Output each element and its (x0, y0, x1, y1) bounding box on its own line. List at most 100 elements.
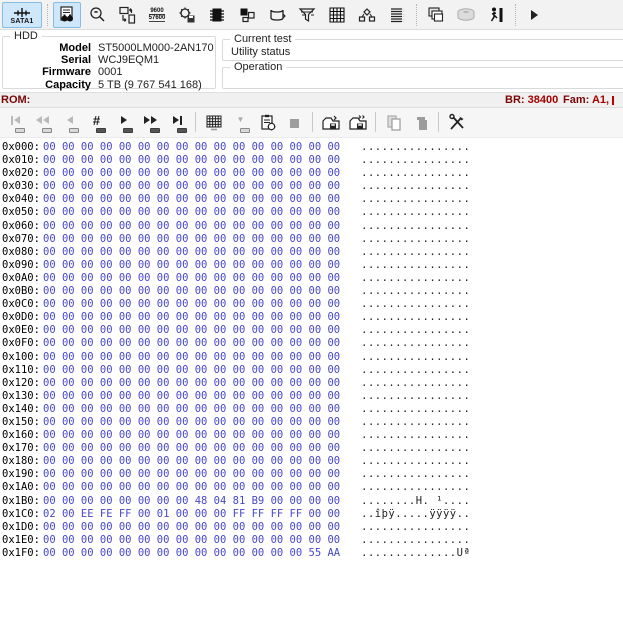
hex-ascii[interactable]: ................ (361, 285, 470, 297)
play-button[interactable] (110, 110, 137, 136)
view-lamp-button[interactable] (83, 2, 111, 28)
hex-ascii[interactable]: ................ (361, 180, 470, 192)
hex-ascii[interactable]: ................ (361, 246, 470, 258)
hex-bytes[interactable]: 00 00 00 00 00 00 00 00 00 00 00 00 00 0… (43, 298, 340, 310)
hex-bytes[interactable]: 00 00 00 00 00 00 00 00 00 00 00 00 00 0… (43, 259, 340, 271)
hex-ascii[interactable]: ................ (361, 259, 470, 271)
hex-ascii[interactable]: ................ (361, 377, 470, 389)
more-chevron-icon[interactable] (531, 10, 543, 20)
log-list-button[interactable] (383, 2, 411, 28)
script-button[interactable] (254, 110, 281, 136)
hex-row[interactable]: 0x140:00 00 00 00 00 00 00 00 00 00 00 0… (2, 403, 623, 416)
hex-bytes[interactable]: 00 00 00 00 00 00 00 00 00 00 00 00 00 0… (43, 246, 340, 258)
last-record-button[interactable] (164, 110, 191, 136)
hex-bytes[interactable]: 00 00 00 00 00 00 00 00 00 00 00 00 00 0… (43, 481, 340, 493)
hex-row[interactable]: 0x090:00 00 00 00 00 00 00 00 00 00 00 0… (2, 259, 623, 272)
hex-row[interactable]: 0x120:00 00 00 00 00 00 00 00 00 00 00 0… (2, 377, 623, 390)
sector-view-button[interactable] (200, 110, 227, 136)
hex-bytes[interactable]: 02 00 EE FE FF 00 01 00 00 00 FF FF FF F… (43, 508, 340, 520)
hex-row[interactable]: 0x0F0:00 00 00 00 00 00 00 00 00 00 00 0… (2, 337, 623, 350)
hex-bytes[interactable]: 00 00 00 00 00 00 00 00 00 00 00 00 00 0… (43, 521, 340, 533)
disk-database-button[interactable] (452, 2, 480, 28)
hex-ascii[interactable]: ................ (361, 521, 470, 533)
hex-ascii[interactable]: ................ (361, 311, 470, 323)
hex-bytes[interactable]: 00 00 00 00 00 00 00 00 00 00 00 00 00 0… (43, 141, 340, 153)
hex-bytes[interactable]: 00 00 00 00 00 00 00 00 48 04 81 B9 00 0… (43, 495, 340, 507)
hex-row[interactable]: 0x060:00 00 00 00 00 00 00 00 00 00 00 0… (2, 220, 623, 233)
hex-row[interactable]: 0x160:00 00 00 00 00 00 00 00 00 00 00 0… (2, 429, 623, 442)
save-rom-button[interactable] (317, 110, 344, 136)
hex-row[interactable]: 0x190:00 00 00 00 00 00 00 00 00 00 00 0… (2, 468, 623, 481)
hex-row[interactable]: 0x070:00 00 00 00 00 00 00 00 00 00 00 0… (2, 233, 623, 246)
hex-ascii[interactable]: ................ (361, 272, 470, 284)
hex-row[interactable]: 0x040:00 00 00 00 00 00 00 00 00 00 00 0… (2, 193, 623, 206)
hex-ascii[interactable]: ................ (361, 233, 470, 245)
hex-ascii[interactable]: ................ (361, 351, 470, 363)
hex-bytes[interactable]: 00 00 00 00 00 00 00 00 00 00 00 00 00 0… (43, 534, 340, 546)
hex-row[interactable]: 0x100:00 00 00 00 00 00 00 00 00 00 00 0… (2, 351, 623, 364)
windows-button[interactable] (422, 2, 450, 28)
hex-bytes[interactable]: 00 00 00 00 00 00 00 00 00 00 00 00 00 0… (43, 233, 340, 245)
hex-ascii[interactable]: ................ (361, 154, 470, 166)
hex-ascii[interactable]: ................ (361, 141, 470, 153)
hex-row[interactable]: 0x1C0:02 00 EE FE FF 00 01 00 00 00 FF F… (2, 508, 623, 521)
hex-ascii[interactable]: ................ (361, 403, 470, 415)
fast-forward-button[interactable] (137, 110, 164, 136)
hex-bytes[interactable]: 00 00 00 00 00 00 00 00 00 00 00 00 00 0… (43, 351, 340, 363)
hex-ascii[interactable]: ................ (361, 481, 470, 493)
hex-bytes[interactable]: 00 00 00 00 00 00 00 00 00 00 00 00 00 0… (43, 285, 340, 297)
hex-row[interactable]: 0x130:00 00 00 00 00 00 00 00 00 00 00 0… (2, 390, 623, 403)
hex-row[interactable]: 0x1F0:00 00 00 00 00 00 00 00 00 00 00 0… (2, 547, 623, 560)
hex-row[interactable]: 0x0C0:00 00 00 00 00 00 00 00 00 00 00 0… (2, 298, 623, 311)
hex-ascii[interactable]: ..............Uª (361, 547, 470, 559)
hex-bytes[interactable]: 00 00 00 00 00 00 00 00 00 00 00 00 00 0… (43, 220, 340, 232)
hex-bytes[interactable]: 00 00 00 00 00 00 00 00 00 00 00 00 00 0… (43, 154, 340, 166)
copy-button[interactable] (380, 110, 407, 136)
hex-row[interactable]: 0x000:00 00 00 00 00 00 00 00 00 00 00 0… (2, 141, 623, 154)
hex-bytes[interactable]: 00 00 00 00 00 00 00 00 00 00 00 00 00 0… (43, 390, 340, 402)
hex-ascii[interactable]: ................ (361, 220, 470, 232)
hex-ascii[interactable]: ................ (361, 167, 470, 179)
hex-row[interactable]: 0x0B0:00 00 00 00 00 00 00 00 00 00 00 0… (2, 285, 623, 298)
hex-row[interactable]: 0x180:00 00 00 00 00 00 00 00 00 00 00 0… (2, 455, 623, 468)
hex-ascii[interactable]: ................ (361, 390, 470, 402)
hex-ascii[interactable]: ........H. ¹.... (361, 495, 470, 507)
hex-ascii[interactable]: ................ (361, 364, 470, 376)
hex-row[interactable]: 0x170:00 00 00 00 00 00 00 00 00 00 00 0… (2, 442, 623, 455)
hex-ascii[interactable]: ................ (361, 429, 470, 441)
hex-ascii[interactable]: ................ (361, 416, 470, 428)
hex-row[interactable]: 0x1D0:00 00 00 00 00 00 00 00 00 00 00 0… (2, 521, 623, 534)
hex-row[interactable]: 0x050:00 00 00 00 00 00 00 00 00 00 00 0… (2, 206, 623, 219)
hex-ascii[interactable]: ................ (361, 206, 470, 218)
hex-bytes[interactable]: 00 00 00 00 00 00 00 00 00 00 00 00 00 0… (43, 416, 340, 428)
device-transfer-button[interactable] (113, 2, 141, 28)
first-record-button[interactable] (2, 110, 29, 136)
paste-button[interactable] (407, 110, 434, 136)
hex-ascii[interactable]: ................ (361, 534, 470, 546)
hex-bytes[interactable]: 00 00 00 00 00 00 00 00 00 00 00 00 00 0… (43, 324, 340, 336)
hex-ascii[interactable]: ................ (361, 298, 470, 310)
fast-rewind-button[interactable] (29, 110, 56, 136)
hex-bytes[interactable]: 00 00 00 00 00 00 00 00 00 00 00 00 00 0… (43, 337, 340, 349)
previous-button[interactable] (56, 110, 83, 136)
hex-bytes[interactable]: 00 00 00 00 00 00 00 00 00 00 00 00 00 0… (43, 403, 340, 415)
filter-button[interactable] (293, 2, 321, 28)
hex-ascii[interactable]: ................ (361, 337, 470, 349)
hex-bytes[interactable]: 00 00 00 00 00 00 00 00 00 00 00 00 00 0… (43, 377, 340, 389)
hex-row[interactable]: 0x0E0:00 00 00 00 00 00 00 00 00 00 00 0… (2, 324, 623, 337)
view-mode-dropdown[interactable]: ▼ (227, 110, 254, 136)
hex-row[interactable]: 0x1E0:00 00 00 00 00 00 00 00 00 00 00 0… (2, 534, 623, 547)
hex-bytes[interactable]: 00 00 00 00 00 00 00 00 00 00 00 00 00 0… (43, 429, 340, 441)
baud-rate-button[interactable]: 9600 57600 (143, 2, 171, 28)
resources-blocks-button[interactable] (233, 2, 261, 28)
stop-button[interactable] (281, 110, 308, 136)
hex-ascii[interactable]: ................ (361, 442, 470, 454)
hex-ascii[interactable]: ................ (361, 193, 470, 205)
tools-button[interactable] (443, 110, 470, 136)
hex-row[interactable]: 0x010:00 00 00 00 00 00 00 00 00 00 00 0… (2, 154, 623, 167)
hex-bytes[interactable]: 00 00 00 00 00 00 00 00 00 00 00 00 00 0… (43, 206, 340, 218)
data-container-button[interactable] (263, 2, 291, 28)
hex-row[interactable]: 0x110:00 00 00 00 00 00 00 00 00 00 00 0… (2, 364, 623, 377)
exit-button[interactable] (482, 2, 510, 28)
hex-bytes[interactable]: 00 00 00 00 00 00 00 00 00 00 00 00 00 0… (43, 547, 340, 559)
